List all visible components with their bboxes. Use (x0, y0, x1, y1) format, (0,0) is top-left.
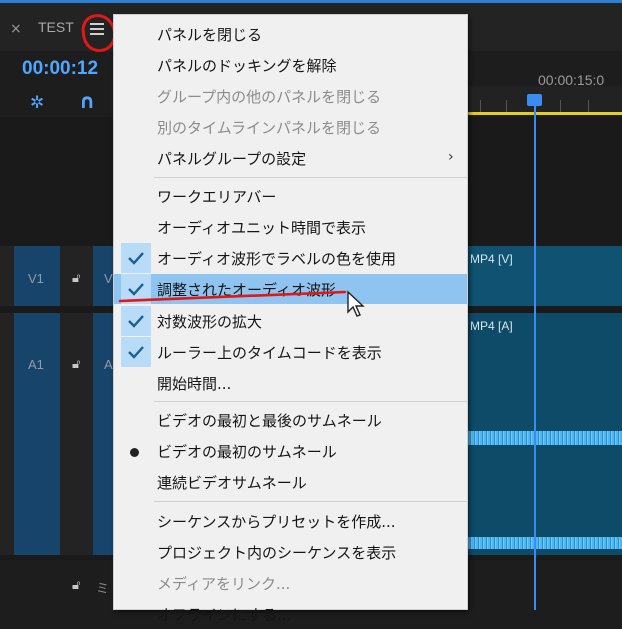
ruler-tick (506, 100, 507, 112)
checkmark-icon (121, 306, 151, 336)
work-area-bar[interactable] (468, 112, 622, 115)
lock-icon[interactable]: 🔓︎ (72, 578, 80, 593)
menu-separator (154, 501, 467, 502)
nest-snap-icon[interactable]: ✲ (30, 93, 44, 113)
source-label-a: A (104, 357, 113, 372)
track-label-a1: A1 (28, 357, 44, 372)
track-target-a1[interactable] (14, 313, 60, 555)
lock-icon[interactable]: 🔓︎ (72, 357, 80, 372)
checkmark-icon (121, 337, 151, 367)
source-patch-a[interactable] (93, 313, 113, 555)
video-clip[interactable]: MP4 [V] (468, 246, 622, 306)
ruler-tick (480, 100, 481, 112)
playhead-line[interactable] (534, 104, 536, 610)
menu-item-logarithmic-waveform[interactable]: 対数波形の拡大 (114, 306, 467, 336)
checkmark-icon (121, 243, 151, 273)
menu-item-audio-units[interactable]: オーディオユニット時間で表示 (114, 212, 467, 242)
menu-item-close-other-timelines: 別のタイムラインパネルを閉じる (157, 119, 381, 137)
audio-clip-label: MP4 [A] (470, 319, 513, 333)
menu-item-undock-panel[interactable]: パネルのドッキングを解除 (114, 50, 467, 80)
menu-item-start-time[interactable]: 開始時間... (114, 368, 467, 398)
menu-item-continuous-thumbnails[interactable]: 連続ビデオサムネール (114, 467, 467, 497)
current-timecode[interactable]: 00:00:12 (22, 58, 98, 80)
menu-item-close-panel[interactable]: パネルを閉じる (114, 19, 467, 49)
panel-context-menu: パネルを閉じる パネルのドッキングを解除 グループ内の他のパネルを閉じる 別のタ… (113, 14, 468, 624)
radio-dot-icon (130, 448, 139, 457)
audio-waveform (468, 537, 622, 549)
menu-item-make-offline[interactable]: オフラインにする... (114, 599, 467, 629)
panel-tab-title[interactable]: TEST (38, 19, 74, 35)
mouse-cursor-icon (347, 290, 365, 317)
source-label-v: V (104, 271, 113, 286)
close-panel-icon[interactable]: × (10, 21, 22, 37)
menu-separator (154, 401, 467, 402)
ruler-tick (560, 100, 561, 112)
menu-item-waveform-label-color[interactable]: オーディオ波形でラベルの色を使用 (114, 243, 467, 273)
lock-icon[interactable]: 🔓︎ (72, 271, 80, 286)
menu-item-link-media: メディアをリンク... (157, 575, 291, 593)
menu-separator (154, 177, 467, 178)
time-ruler[interactable] (468, 86, 622, 113)
video-clip-label: MP4 [V] (470, 252, 513, 266)
menu-item-video-head-thumbnail[interactable]: ビデオの最初のサムネール (114, 436, 467, 466)
submenu-arrow-icon: › (448, 149, 454, 165)
menu-item-video-head-tail-thumbnails[interactable]: ビデオの最初と最後のサムネール (114, 405, 467, 435)
ruler-timecode-label: 00:00:15:0 (538, 72, 605, 88)
ruler-tick (588, 100, 589, 112)
magnet-snap-icon[interactable]: ∩ (79, 89, 95, 113)
menu-item-ruler-timecode[interactable]: ルーラー上のタイムコードを表示 (114, 337, 467, 367)
audio-waveform (468, 431, 622, 445)
menu-item-close-other-panels: グループ内の他のパネルを閉じる (157, 88, 382, 106)
red-annotation-underline (118, 290, 347, 303)
track-label-v1: V1 (28, 271, 44, 286)
menu-item-reveal-sequence[interactable]: プロジェクト内のシーケンスを表示 (114, 537, 467, 567)
menu-item-work-area-bar[interactable]: ワークエリアバー (114, 181, 467, 211)
menu-item-panel-group-settings[interactable]: パネルグループの設定 › (114, 143, 467, 173)
bottom-track-label: ミ (96, 582, 110, 597)
menu-item-create-preset[interactable]: シーケンスからプリセットを作成... (114, 506, 467, 536)
